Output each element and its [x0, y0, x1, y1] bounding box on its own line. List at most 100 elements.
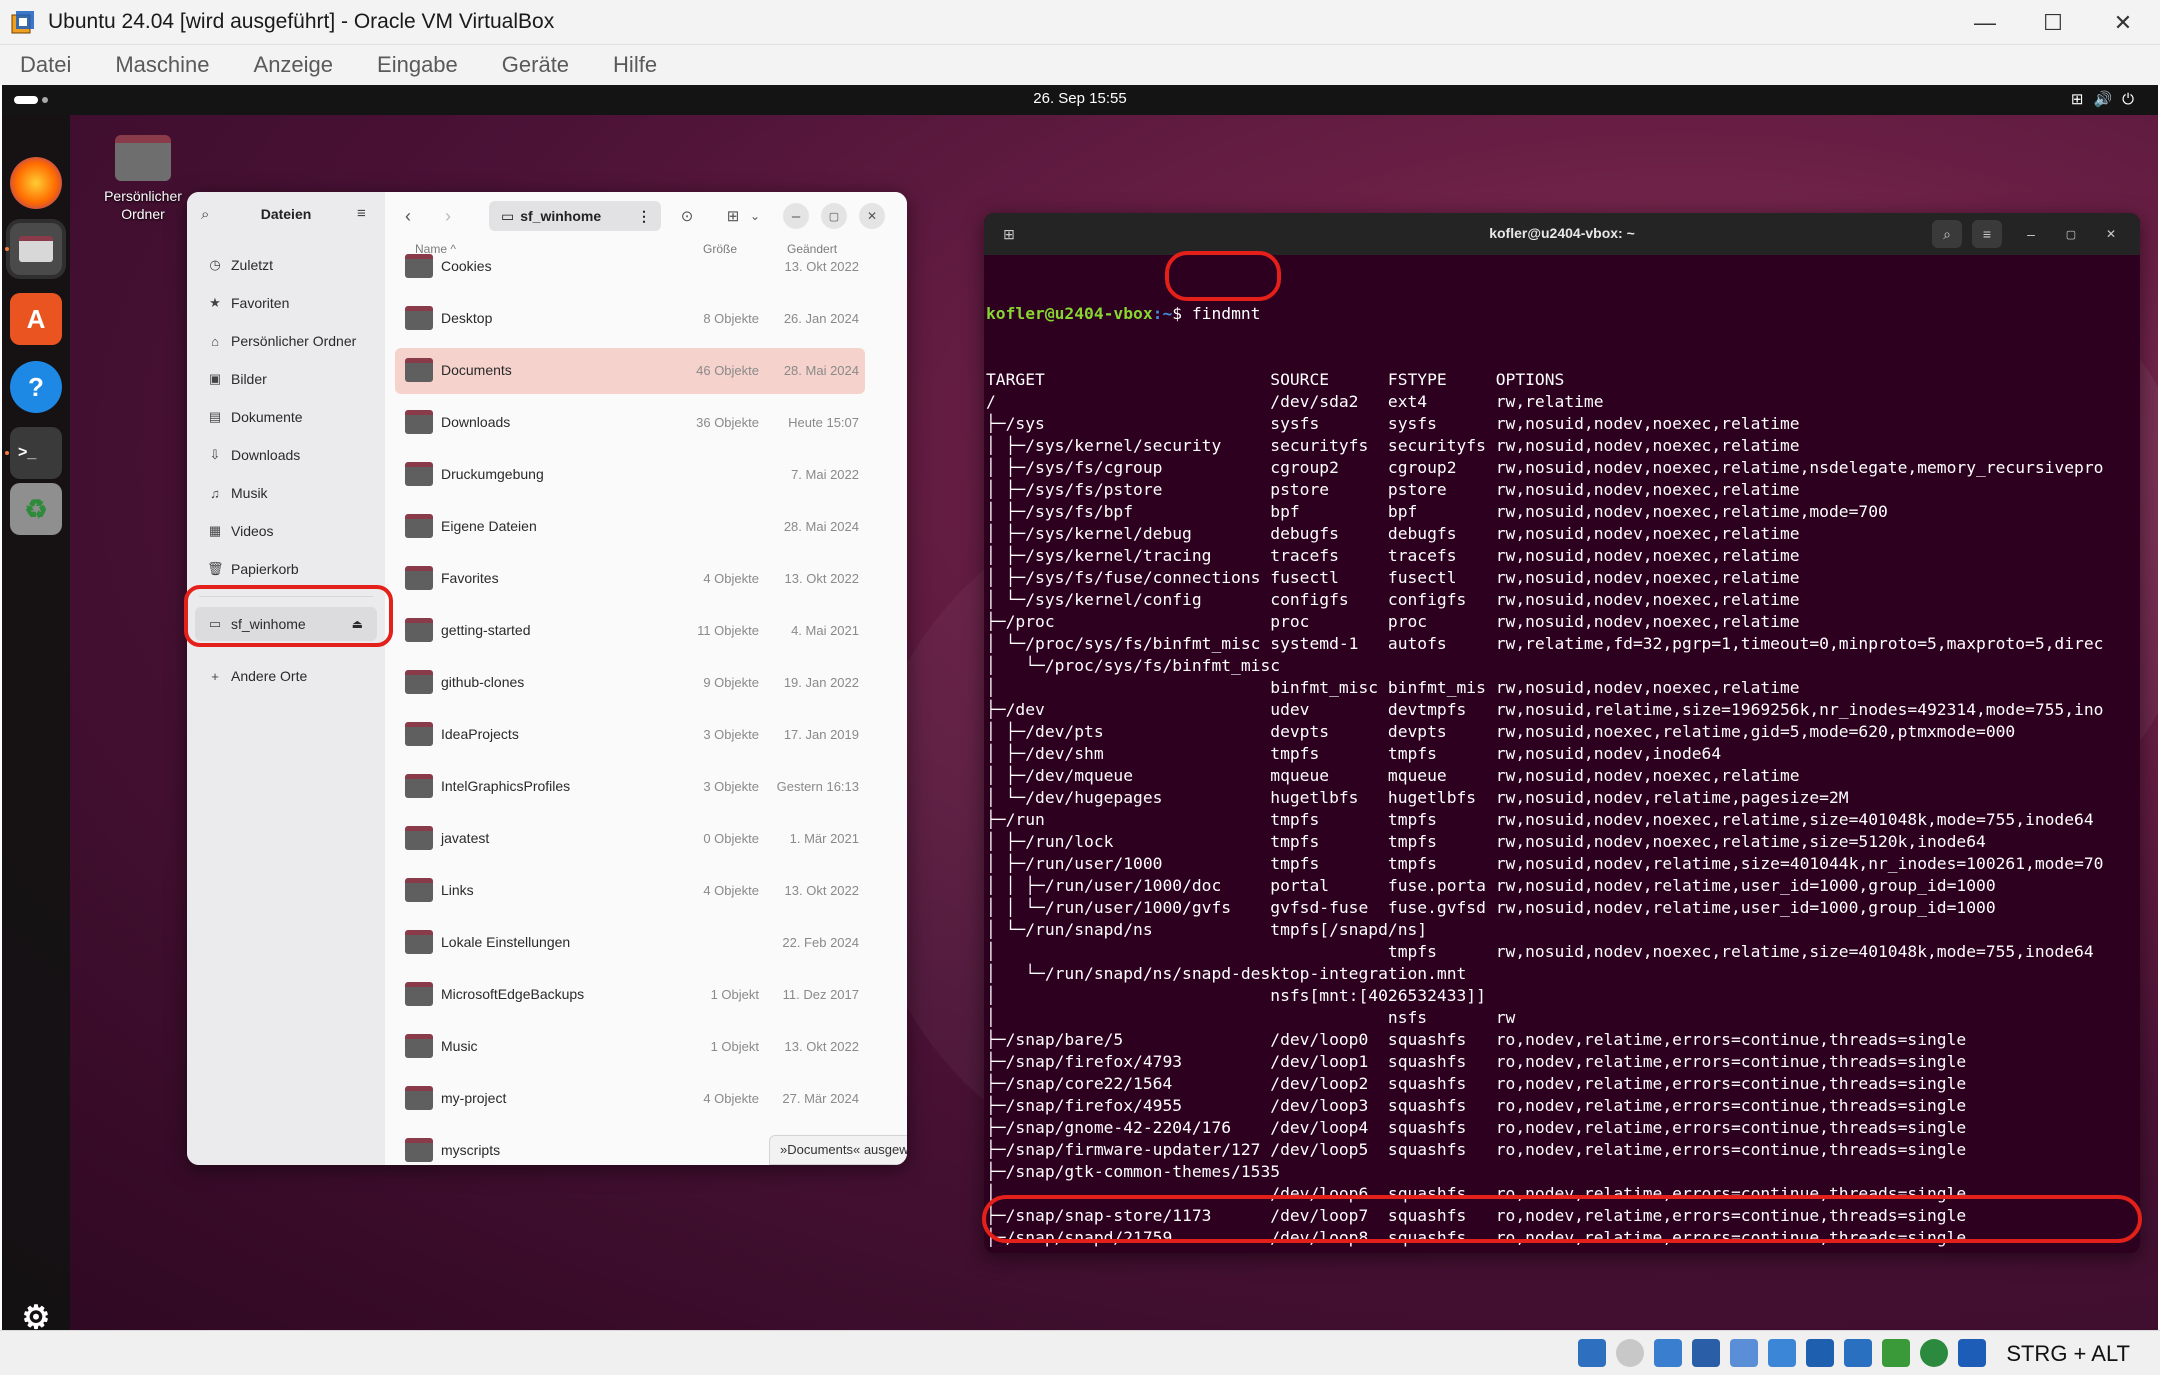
sidebar-item-videos[interactable]: ▦ Videos: [195, 514, 377, 548]
desktop-home-folder[interactable]: Persönlicher Ordner: [88, 125, 198, 223]
file-row[interactable]: IdeaProjects 3 Objekte 17. Jan 2019: [395, 712, 865, 758]
forward-button[interactable]: ›: [437, 202, 459, 230]
menu-datei[interactable]: Datei: [20, 52, 71, 78]
recording-icon[interactable]: [1844, 1339, 1872, 1367]
minimize-button[interactable]: –: [783, 203, 809, 229]
file-row[interactable]: IntelGraphicsProfiles 3 Objekte Gestern 16…: [395, 764, 865, 810]
minimize-button[interactable]: —: [1950, 0, 2020, 45]
menu-eingabe[interactable]: Eingabe: [377, 52, 458, 78]
file-name: IntelGraphicsProfiles: [441, 778, 571, 794]
close-button[interactable]: ✕: [859, 203, 885, 229]
minimize-button[interactable]: –: [2016, 220, 2046, 248]
search-icon[interactable]: ⌕: [1932, 220, 1962, 248]
audio-icon[interactable]: [1654, 1339, 1682, 1367]
maximize-button[interactable]: ▢: [821, 203, 847, 229]
file-row[interactable]: Eigene Dateien 28. Mai 2024: [395, 504, 865, 550]
file-size: 11 Objekte: [697, 623, 759, 638]
grid-view-icon[interactable]: ⊞: [719, 202, 747, 230]
cpu-icon[interactable]: [1882, 1339, 1910, 1367]
back-button[interactable]: ‹: [397, 202, 419, 230]
usb-icon[interactable]: [1730, 1339, 1758, 1367]
folder-icon: [405, 618, 433, 642]
file-date: 1. Mär 2021: [789, 831, 859, 846]
terminal-output[interactable]: kofler@u2404-vbox:~$ findmnt TARGET SOUR…: [986, 259, 2136, 1249]
folder-icon: [405, 514, 433, 538]
file-row[interactable]: javatest 0 Objekte 1. Mär 2021: [395, 816, 865, 862]
file-row[interactable]: getting-started 11 Objekte 4. Mai 2021: [395, 608, 865, 654]
file-date: 22. Feb 2024: [782, 935, 859, 950]
maximize-button[interactable]: ▢: [2056, 220, 2086, 248]
sidebar-item-downloads[interactable]: ⇩ Downloads: [195, 438, 377, 472]
system-tray-icons[interactable]: ⊞🔊⏻: [2071, 90, 2144, 108]
file-date: 26. Jan 2024: [783, 311, 859, 326]
app-center-icon[interactable]: A: [10, 293, 62, 345]
terminal-line: ├─/snap/snap-store/1173 /dev/loop7 squas…: [986, 1206, 1967, 1225]
menu-geraete[interactable]: Geräte: [502, 52, 569, 78]
file-row[interactable]: Druckumgebung 7. Mai 2022: [395, 452, 865, 498]
file-size: 46 Objekte: [696, 363, 759, 378]
path-bar[interactable]: ▭ sf_winhome ⋮: [489, 201, 661, 231]
file-row[interactable]: Favorites 4 Objekte 13. Okt 2022: [395, 556, 865, 602]
help-icon[interactable]: ?: [10, 361, 62, 413]
file-row[interactable]: Downloads 36 Objekte Heute 15:07: [395, 400, 865, 446]
optical-drive-icon[interactable]: [1616, 1339, 1644, 1367]
file-name: Druckumgebung: [441, 466, 544, 482]
files-app-icon[interactable]: [10, 223, 62, 275]
clock[interactable]: 26. Sep 15:55: [2, 90, 2158, 107]
file-row[interactable]: Cookies 13. Okt 2022: [395, 244, 865, 290]
video-icon: ▦: [208, 523, 222, 538]
hamburger-menu-icon[interactable]: ≡: [357, 205, 366, 222]
file-row[interactable]: MicrosoftEdgeBackups 1 Objekt 11. Dez 2017: [395, 972, 865, 1018]
sidebar-item-musik[interactable]: ♫ Musik: [195, 476, 377, 510]
file-row[interactable]: my-project 4 Objekte 27. Mär 2024: [395, 1076, 865, 1122]
camera-icon[interactable]: ⊙: [673, 202, 701, 230]
sidebar-item-dokumente[interactable]: ▤ Dokumente: [195, 400, 377, 434]
file-row[interactable]: Links 4 Objekte 13. Okt 2022: [395, 868, 865, 914]
hamburger-menu-icon[interactable]: ≡: [1972, 220, 2002, 248]
file-name: github-clones: [441, 674, 525, 690]
eject-icon[interactable]: ⏏: [352, 617, 363, 631]
terminal-line: │ │ └─/run/user/1000/gvfs gvfsd-fuse fus…: [986, 898, 1996, 917]
terminal-line: │ tmpfs rw,nosuid,nodev,noexec,relatime,…: [986, 942, 2094, 961]
terminal-line: ├─/run tmpfs tmpfs rw,nosuid,nodev,noexe…: [986, 810, 2094, 829]
sidebar-item-home[interactable]: ⌂ Persönlicher Ordner: [195, 324, 377, 358]
sidebar-item-bilder[interactable]: ▣ Bilder: [195, 362, 377, 396]
guest-screen[interactable]: 26. Sep 15:55 ⊞🔊⏻ A ? >_ ♻ ⚙ Persönliche…: [2, 85, 2158, 1330]
file-size: 9 Objekte: [703, 675, 759, 690]
file-row[interactable]: github-clones 9 Objekte 19. Jan 2022: [395, 660, 865, 706]
keyboard-capture-icon[interactable]: [1958, 1339, 1986, 1367]
menu-maschine[interactable]: Maschine: [115, 52, 209, 78]
shared-folders-icon[interactable]: [1768, 1339, 1796, 1367]
menu-hilfe[interactable]: Hilfe: [613, 52, 657, 78]
sidebar-item-other-locations[interactable]: + Andere Orte: [195, 659, 377, 693]
guest-additions-icon[interactable]: [1920, 1339, 1948, 1367]
hard-disk-icon[interactable]: [1578, 1339, 1606, 1367]
path-menu-icon[interactable]: ⋮: [637, 208, 651, 225]
file-row[interactable]: Desktop 8 Objekte 26. Jan 2024: [395, 296, 865, 342]
file-row[interactable]: Music 1 Objekt 13. Okt 2022: [395, 1024, 865, 1070]
terminal-line: ├─/snap/firefox/4793 /dev/loop1 squashfs…: [986, 1052, 1967, 1071]
menu-anzeige[interactable]: Anzeige: [254, 52, 334, 78]
close-button[interactable]: ✕: [2096, 220, 2126, 248]
sidebar-item-sf-winhome[interactable]: ▭ sf_winhome ⏏: [195, 607, 377, 641]
network-icon[interactable]: [1692, 1339, 1720, 1367]
gnome-top-bar: 26. Sep 15:55 ⊞🔊⏻: [2, 85, 2158, 115]
maximize-button[interactable]: ☐: [2018, 0, 2088, 45]
sidebar-item-papierkorb[interactable]: 🗑 Papierkorb: [195, 552, 377, 586]
terminal-app-icon[interactable]: >_: [10, 427, 62, 479]
trash-dock-icon[interactable]: ♻: [10, 483, 62, 535]
display-icon[interactable]: [1806, 1339, 1834, 1367]
file-name: Eigene Dateien: [441, 518, 537, 534]
home-icon: ⌂: [211, 333, 219, 349]
terminal-line: ├─/snap/snapd/21759 /dev/loop8 squashfs …: [986, 1228, 1967, 1247]
sidebar-item-zuletzt[interactable]: ◷ Zuletzt: [195, 248, 377, 282]
file-row[interactable]: Documents 46 Objekte 28. Mai 2024: [395, 348, 865, 394]
file-row[interactable]: Lokale Einstellungen 22. Feb 2024: [395, 920, 865, 966]
firefox-icon[interactable]: [10, 157, 62, 209]
close-button[interactable]: ✕: [2088, 0, 2158, 45]
terminal-header: ⊞ kofler@u2404-vbox: ~ ⌕ ≡ – ▢ ✕: [984, 213, 2140, 255]
chevron-down-icon[interactable]: ⌄: [745, 202, 765, 230]
file-size: 3 Objekte: [703, 779, 759, 794]
show-apps-icon[interactable]: ⚙: [10, 1291, 62, 1330]
sidebar-item-favoriten[interactable]: ★ Favoriten: [195, 286, 377, 320]
